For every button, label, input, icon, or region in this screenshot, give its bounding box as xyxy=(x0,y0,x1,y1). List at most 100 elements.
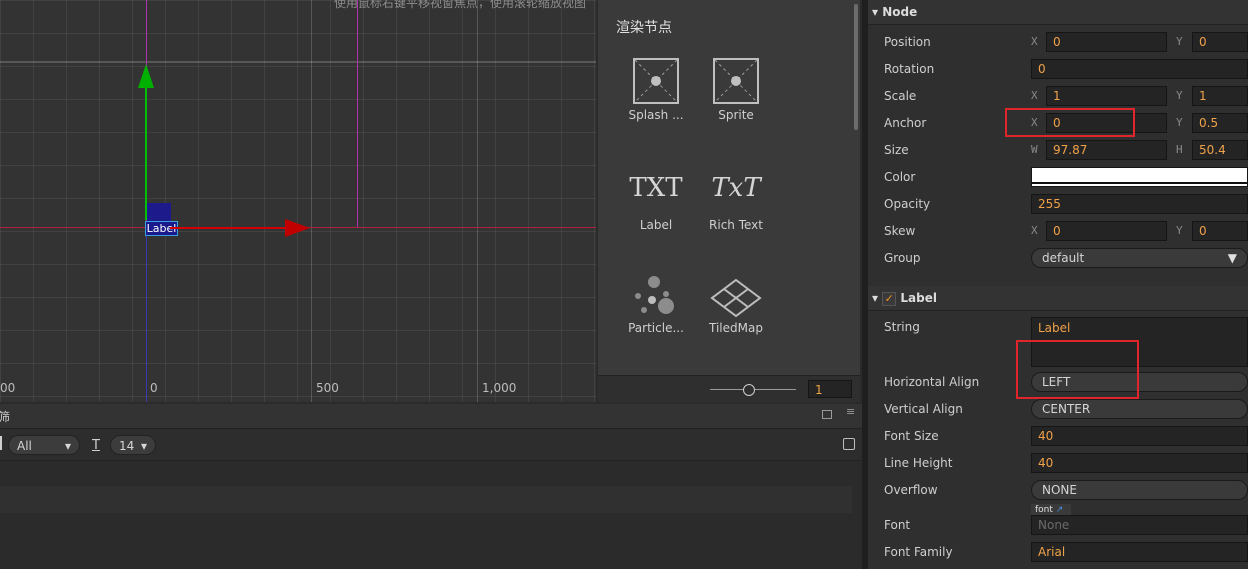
color-alpha-bar xyxy=(1032,182,1247,184)
library-item-tiledmap[interactable]: TiledMap xyxy=(696,274,776,335)
font-asset-field[interactable]: None xyxy=(1031,515,1248,535)
size-w-input[interactable]: 97.87 xyxy=(1046,140,1167,160)
scale-x-input[interactable]: 1 xyxy=(1046,86,1167,106)
font-size-select[interactable]: 14 ▾ xyxy=(110,435,156,455)
vertical-align-select[interactable]: CENTER xyxy=(1031,399,1248,419)
axis-y: Y xyxy=(1176,89,1183,102)
overflow-label: Overflow xyxy=(884,483,938,497)
library-item-label: Rich Text xyxy=(709,218,763,232)
string-label: String xyxy=(884,320,920,334)
sprite-icon xyxy=(713,58,759,104)
line-height-label: Line Height xyxy=(884,456,953,470)
library-item-label: Splash ... xyxy=(628,108,684,122)
axis-x: X xyxy=(1031,35,1038,48)
txt-icon: TXT xyxy=(629,173,683,203)
color-swatch[interactable] xyxy=(1031,167,1248,187)
zoom-slider-handle[interactable] xyxy=(743,384,755,396)
console-row xyxy=(0,513,852,540)
axis-label: 500 xyxy=(316,381,339,395)
font-label: Font xyxy=(884,518,911,532)
rotation-label: Rotation xyxy=(884,62,935,76)
library-item-particle[interactable]: Particle... xyxy=(616,274,696,335)
console-row xyxy=(0,486,852,513)
font-family-input[interactable]: Arial xyxy=(1031,542,1248,562)
anchor-highlight-box xyxy=(1005,108,1135,137)
chevron-down-icon: ▾ xyxy=(64,439,71,453)
scene-view[interactable]: 使用鼠标右键平移视窗焦点，使用滚轮缩放视图 Label 00 0 500 1,0… xyxy=(0,0,596,402)
axis-label: 0 xyxy=(150,381,158,395)
popout-icon[interactable] xyxy=(822,410,832,419)
anchor-y-input[interactable]: 0.5 xyxy=(1192,113,1248,133)
caret-down-icon: ▾ xyxy=(872,291,879,305)
scene-hint-text: 使用鼠标右键平移视窗焦点，使用滚轮缩放视图 xyxy=(334,0,587,10)
move-gizmo[interactable] xyxy=(130,60,320,240)
component-enabled-checkbox[interactable]: ✓ xyxy=(882,291,897,306)
opacity-input[interactable]: 255 xyxy=(1031,194,1248,214)
group-select[interactable]: default ▼ xyxy=(1031,248,1248,268)
collapse-icon[interactable] xyxy=(843,438,855,450)
chevron-down-icon: ▾ xyxy=(140,439,147,453)
caret-down-icon: ▾ xyxy=(872,5,879,19)
axis-label: 1,000 xyxy=(482,381,517,395)
size-h-input[interactable]: 50.4 xyxy=(1192,140,1248,160)
clear-icon[interactable] xyxy=(0,436,2,450)
group-label: Group xyxy=(884,251,921,265)
gizmo-x-arrow[interactable] xyxy=(285,219,310,237)
position-x-input[interactable]: 0 xyxy=(1046,32,1167,52)
log-filter-select[interactable]: All ▾ xyxy=(8,435,80,455)
console-toolbar: All ▾ T 14 ▾ xyxy=(0,430,862,461)
console-panel: 筛 ≡ All ▾ T 14 ▾ xyxy=(0,404,862,569)
group-value: default xyxy=(1042,251,1085,265)
gizmo-y-arrow[interactable] xyxy=(138,64,154,88)
line-height-input[interactable]: 40 xyxy=(1031,453,1248,473)
horizontal-align-label: Horizontal Align xyxy=(884,375,980,389)
library-item-label-node[interactable]: TXT Label xyxy=(616,172,696,232)
vertical-align-label: Vertical Align xyxy=(884,402,963,416)
library-scrollbar[interactable] xyxy=(854,4,858,130)
tiledmap-icon xyxy=(710,278,762,318)
library-item-splash[interactable]: Splash ... xyxy=(616,58,696,122)
axis-y: Y xyxy=(1176,224,1183,237)
design-guide-right xyxy=(357,0,358,228)
skew-y-input[interactable]: 0 xyxy=(1192,221,1248,241)
inspector-panel: ▾ Node Position X 0 Y 0 Rotation 0 Scale… xyxy=(868,0,1248,569)
library-item-label: Label xyxy=(639,218,673,232)
color-label: Color xyxy=(884,170,916,184)
particle-icon xyxy=(635,276,674,314)
library-title: 渲染节点 xyxy=(616,20,672,36)
scale-y-input[interactable]: 1 xyxy=(1192,86,1248,106)
node-section-header[interactable]: ▾ Node xyxy=(868,0,1248,25)
rotation-input[interactable]: 0 xyxy=(1031,59,1248,79)
chevron-down-icon: ▼ xyxy=(1227,251,1237,265)
console-tab-bar: 筛 ≡ xyxy=(0,404,862,429)
axis-h: H xyxy=(1176,143,1183,156)
menu-icon[interactable]: ≡ xyxy=(846,406,856,417)
opacity-label: Opacity xyxy=(884,197,931,211)
position-label: Position xyxy=(884,35,931,49)
y-axis-line xyxy=(146,228,147,402)
splash-icon xyxy=(633,58,679,104)
axis-x: X xyxy=(1031,224,1038,237)
node-library-panel: 渲染节点 Splash ... Sprite TXT Label TxT Ric… xyxy=(598,0,860,402)
axis-w: W xyxy=(1031,143,1038,156)
label-section-title: Label xyxy=(900,291,937,305)
library-item-label: TiledMap xyxy=(709,321,763,335)
rich-text-icon: TxT xyxy=(711,173,761,203)
zoom-input[interactable]: 1 xyxy=(808,380,852,398)
library-footer: 1 xyxy=(598,375,860,402)
label-section-header[interactable]: ▾ ✓ Label xyxy=(868,286,1248,311)
console-tab[interactable]: 筛 xyxy=(0,408,10,425)
skew-label: Skew xyxy=(884,224,916,238)
library-item-sprite[interactable]: Sprite xyxy=(696,58,776,122)
font-asset-tag-label: font xyxy=(1035,505,1053,515)
open-link-icon: ↗ xyxy=(1055,505,1064,515)
scale-label: Scale xyxy=(884,89,917,103)
font-size-input[interactable]: 40 xyxy=(1031,426,1248,446)
skew-x-input[interactable]: 0 xyxy=(1046,221,1167,241)
overflow-select[interactable]: NONE xyxy=(1031,480,1248,500)
halign-highlight-box xyxy=(1016,340,1139,399)
library-item-rich-text[interactable]: TxT Rich Text xyxy=(696,172,776,232)
log-filter-value: All xyxy=(17,439,32,453)
position-y-input[interactable]: 0 xyxy=(1192,32,1248,52)
node-section-title: Node xyxy=(882,5,918,19)
